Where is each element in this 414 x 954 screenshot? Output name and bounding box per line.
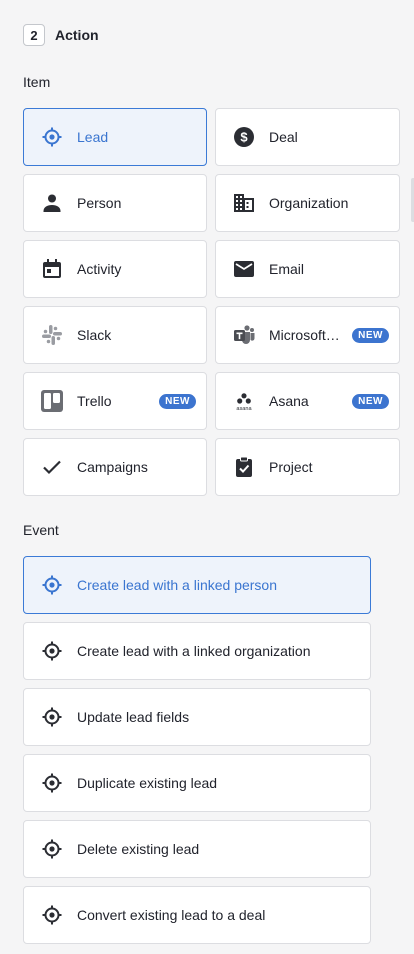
item-section-label: Item — [23, 74, 51, 90]
lead-target-icon — [40, 771, 64, 795]
lead-target-icon — [40, 573, 64, 597]
new-badge: NEW — [352, 393, 389, 409]
person-icon — [40, 191, 64, 215]
event-option[interactable]: Duplicate existing lead — [23, 754, 371, 812]
event-label: Update lead fields — [77, 709, 190, 725]
item-tile-project[interactable]: Project — [215, 438, 400, 496]
item-tile-asana[interactable]: asana Asana NEW — [215, 372, 400, 430]
checkmark-icon — [40, 455, 64, 479]
envelope-icon — [232, 257, 256, 281]
item-label: Microsoft… — [269, 327, 340, 343]
event-option[interactable]: Update lead fields — [23, 688, 371, 746]
teams-logo-icon — [232, 323, 256, 347]
event-label: Create lead with a linked person — [77, 577, 278, 593]
event-label: Delete existing lead — [77, 841, 200, 857]
item-label: Person — [77, 195, 122, 211]
slack-logo-icon — [40, 323, 64, 347]
item-tile-trello[interactable]: Trello NEW — [23, 372, 207, 430]
calendar-icon — [40, 257, 64, 281]
item-tile-organization[interactable]: Organization — [215, 174, 400, 232]
item-label: Project — [269, 459, 313, 475]
event-label: Duplicate existing lead — [77, 775, 218, 791]
event-option[interactable]: Delete existing lead — [23, 820, 371, 878]
event-label: Create lead with a linked organization — [77, 643, 311, 659]
event-option[interactable]: Convert existing lead to a deal — [23, 886, 371, 944]
event-option[interactable]: Create lead with a linked organization — [23, 622, 371, 680]
item-label: Asana — [269, 393, 309, 409]
clipboard-check-icon — [232, 455, 256, 479]
item-label: Lead — [77, 129, 109, 145]
event-section-label: Event — [23, 522, 59, 538]
item-tile-slack[interactable]: Slack — [23, 306, 207, 364]
item-label: Activity — [77, 261, 122, 277]
item-tile-email[interactable]: Email — [215, 240, 400, 298]
item-label: Trello — [77, 393, 112, 409]
new-badge: NEW — [159, 393, 196, 409]
lead-target-icon — [40, 837, 64, 861]
item-tile-lead[interactable]: Lead — [23, 108, 207, 166]
event-option[interactable]: Create lead with a linked person — [23, 556, 371, 614]
lead-target-icon — [40, 639, 64, 663]
item-label: Organization — [269, 195, 349, 211]
event-label: Convert existing lead to a deal — [77, 907, 266, 923]
building-icon — [232, 191, 256, 215]
item-tile-activity[interactable]: Activity — [23, 240, 207, 298]
svg-text:$: $ — [240, 130, 248, 145]
new-badge: NEW — [352, 327, 389, 343]
item-label: Deal — [269, 129, 298, 145]
dollar-icon: $ — [232, 125, 256, 149]
trello-logo-icon — [40, 389, 64, 413]
step-number: 2 — [23, 24, 45, 46]
item-label: Slack — [77, 327, 112, 343]
lead-target-icon — [40, 903, 64, 927]
item-tile-deal[interactable]: $ Deal — [215, 108, 400, 166]
item-label: Campaigns — [77, 459, 148, 475]
step-header: 2 Action — [23, 24, 99, 46]
item-grid: Lead $ Deal Person Organization Activity… — [23, 108, 400, 496]
lead-target-icon — [40, 125, 64, 149]
event-list: Create lead with a linked person Create … — [23, 556, 371, 952]
svg-text:asana: asana — [236, 406, 252, 412]
item-label: Email — [269, 261, 305, 277]
item-tile-campaigns[interactable]: Campaigns — [23, 438, 207, 496]
step-title: Action — [55, 27, 99, 43]
item-tile-person[interactable]: Person — [23, 174, 207, 232]
lead-target-icon — [40, 705, 64, 729]
asana-logo-icon: asana — [232, 389, 256, 413]
item-tile-microsoft-teams[interactable]: Microsoft… NEW — [215, 306, 400, 364]
